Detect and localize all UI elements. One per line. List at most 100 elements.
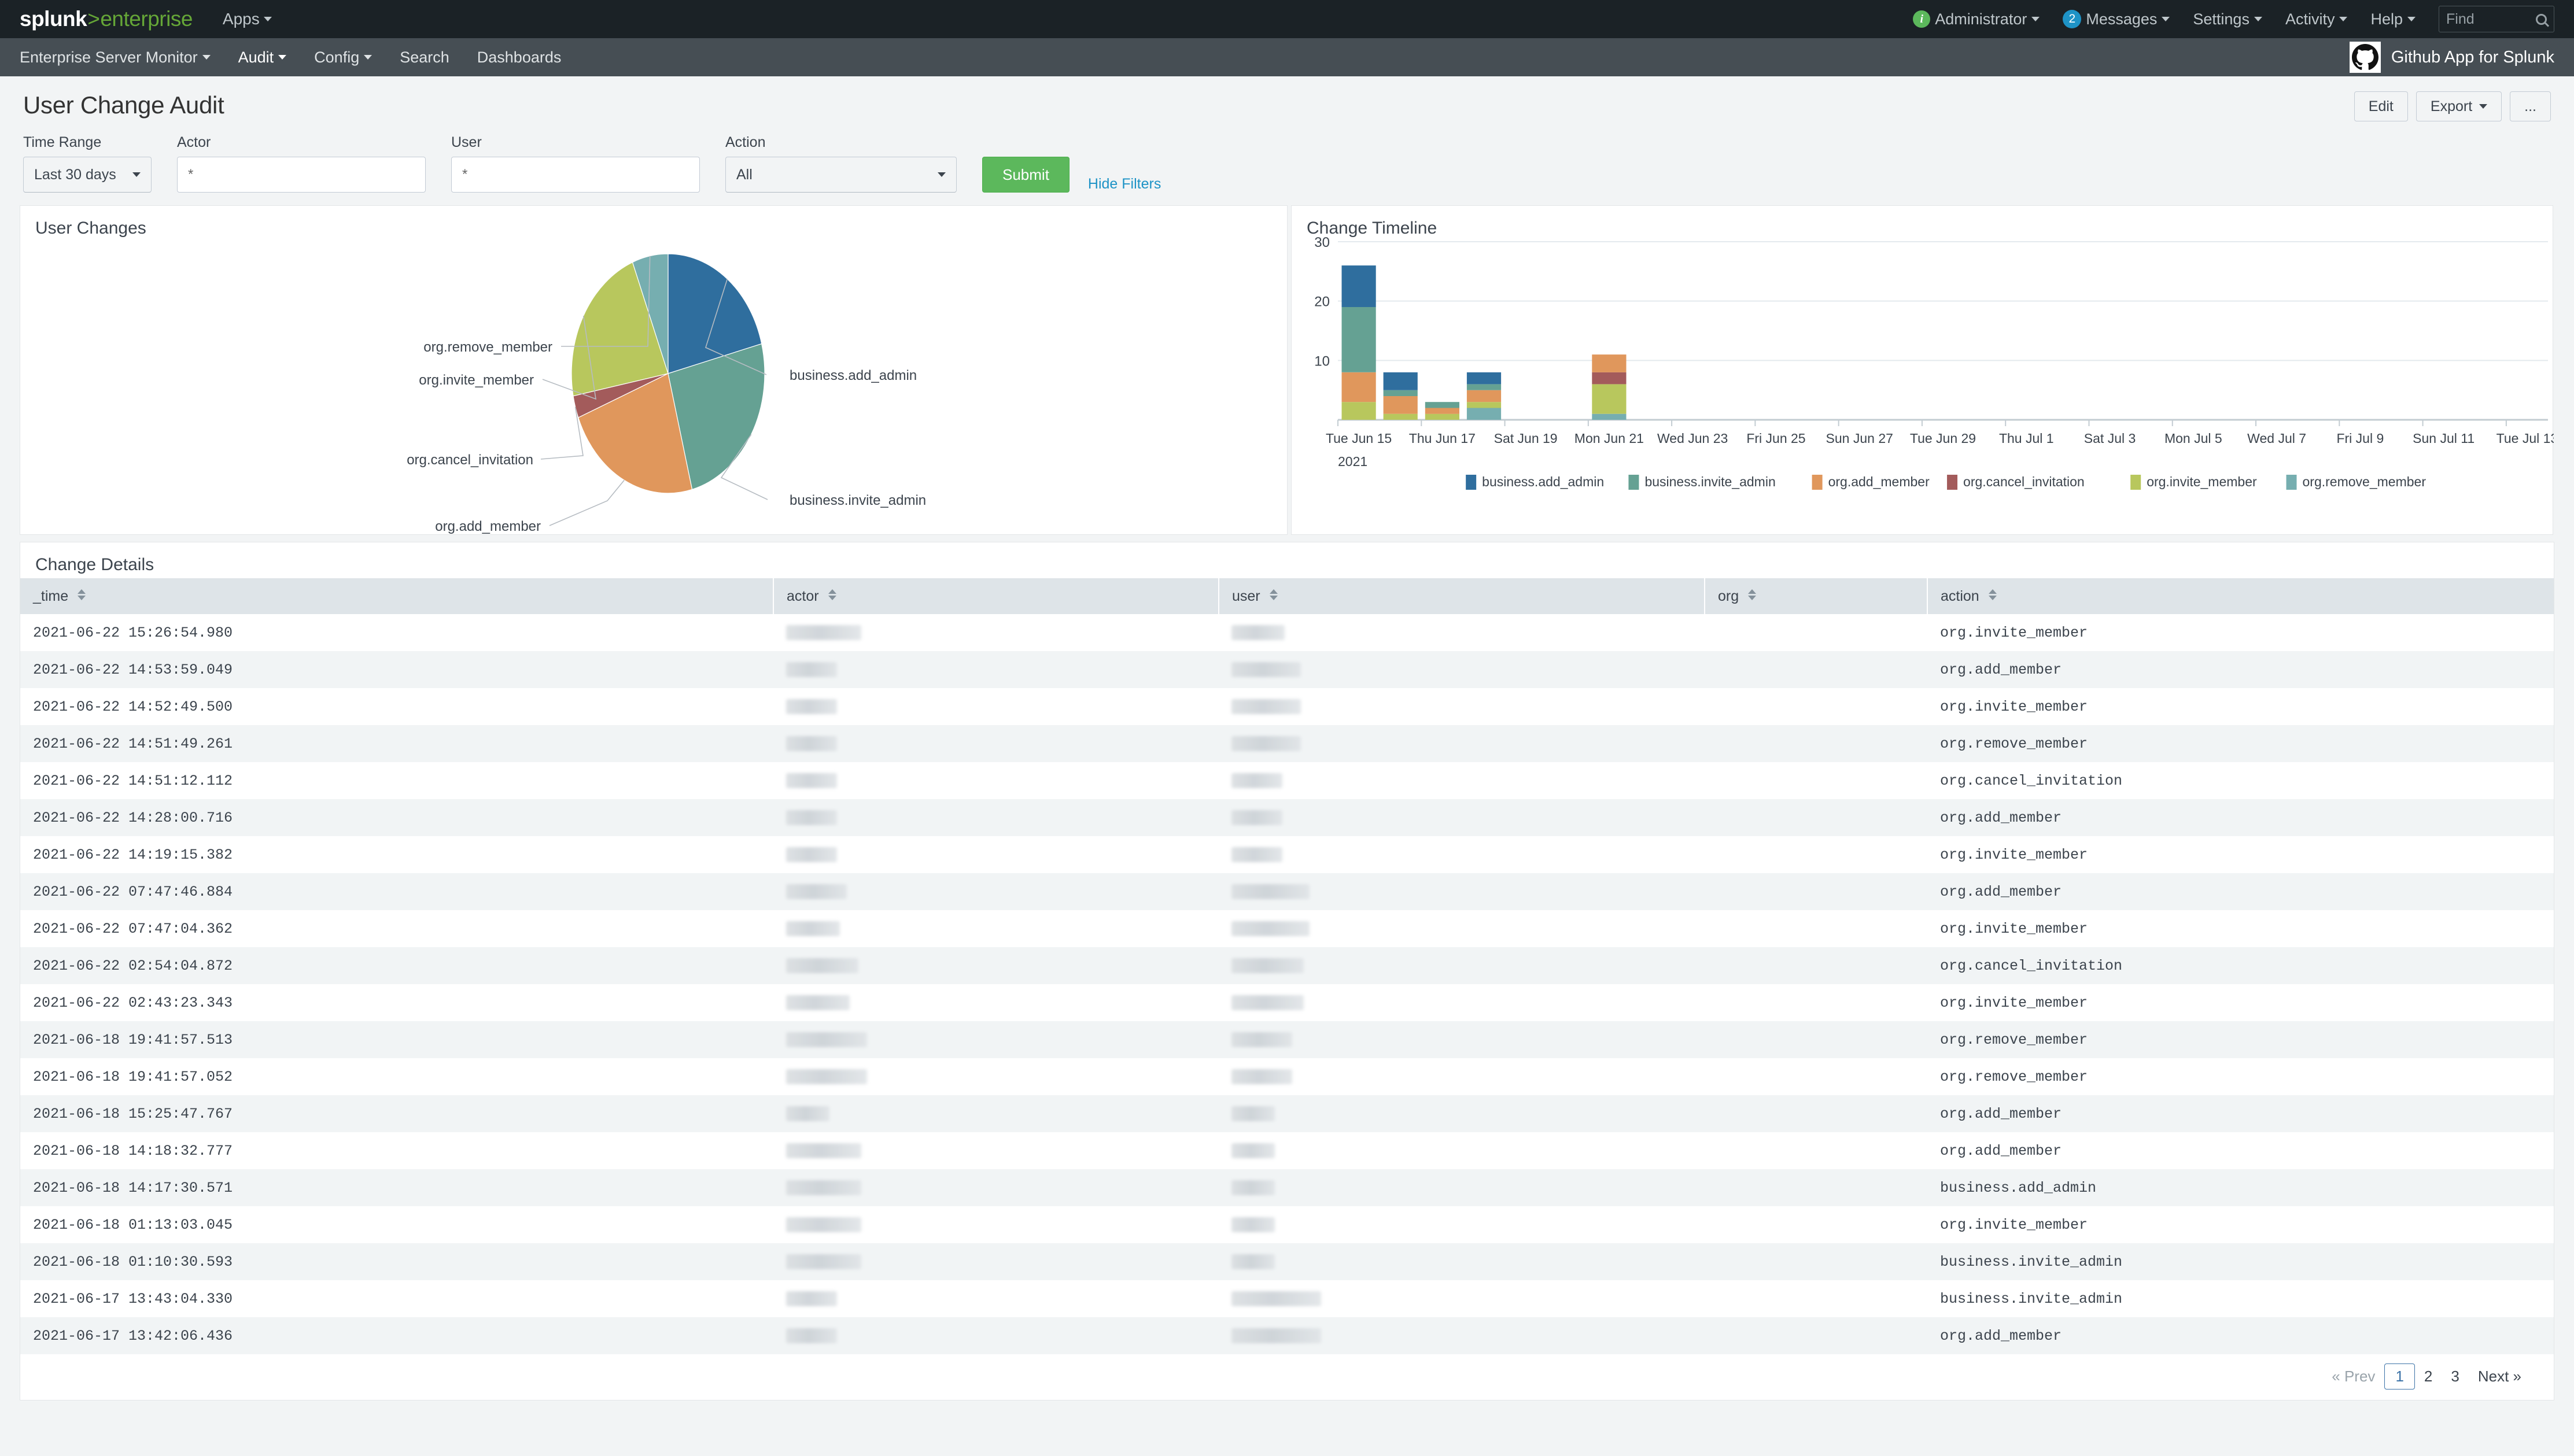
table-row[interactable]: 2021-06-18 19:41:57.513org.remove_member: [20, 1021, 2554, 1058]
cell-actor: [773, 1058, 1219, 1095]
cell-org: [1705, 1058, 1927, 1095]
cell-user: [1219, 1095, 1705, 1132]
pagination: « Prev 1 2 3 Next »: [20, 1354, 2554, 1400]
redacted-user-value: [1231, 773, 1282, 788]
action-select[interactable]: All: [725, 157, 957, 193]
actor-input[interactable]: *: [177, 157, 426, 193]
redacted-actor-value: [786, 1106, 829, 1121]
cell-user: [1219, 725, 1705, 762]
table-row[interactable]: 2021-06-18 15:25:47.767org.add_member: [20, 1095, 2554, 1132]
redacted-actor-value: [786, 847, 837, 862]
column-header-org[interactable]: org: [1705, 578, 1927, 614]
table-row[interactable]: 2021-06-22 14:28:00.716org.add_member: [20, 799, 2554, 836]
redacted-user-value: [1231, 699, 1301, 714]
chevron-down-icon: [132, 172, 141, 177]
svg-text:business.add_admin: business.add_admin: [1482, 474, 1604, 489]
cell-action: org.add_member: [1927, 1095, 2554, 1132]
column-header-user[interactable]: user: [1219, 578, 1705, 614]
cell-action: org.invite_member: [1927, 1206, 2554, 1243]
table-row[interactable]: 2021-06-22 14:51:49.261org.remove_member: [20, 725, 2554, 762]
column-header-time[interactable]: _time: [20, 578, 773, 614]
cell-user: [1219, 762, 1705, 799]
column-header-time-label: _time: [33, 588, 68, 604]
settings-menu[interactable]: Settings: [2193, 10, 2262, 28]
nav-item-config[interactable]: Config: [314, 49, 372, 66]
splunk-logo[interactable]: splunk>enterprise: [20, 7, 193, 31]
svg-text:10: 10: [1314, 353, 1330, 369]
column-header-action[interactable]: action: [1927, 578, 2554, 614]
table-row[interactable]: 2021-06-22 14:19:15.382org.invite_member: [20, 836, 2554, 873]
nav-item-enterprise-server-monitor[interactable]: Enterprise Server Monitor: [20, 49, 211, 66]
export-button[interactable]: Export: [2416, 91, 2502, 121]
pagination-next[interactable]: Next »: [2469, 1364, 2531, 1389]
cell-time: 2021-06-22 14:52:49.500: [20, 688, 773, 725]
cell-actor: [773, 836, 1219, 873]
cell-time: 2021-06-18 19:41:57.052: [20, 1058, 773, 1095]
table-row[interactable]: 2021-06-22 02:43:23.343org.invite_member: [20, 984, 2554, 1021]
page-header: User Change Audit Edit Export ...: [0, 76, 2574, 121]
pagination-page-2[interactable]: 2: [2415, 1364, 2442, 1389]
cell-action: org.cancel_invitation: [1927, 762, 2554, 799]
redacted-actor-value: [786, 810, 837, 825]
cell-user: [1219, 836, 1705, 873]
table-row[interactable]: 2021-06-18 01:10:30.593business.invite_a…: [20, 1243, 2554, 1280]
svg-text:Sat Jun 19: Sat Jun 19: [1494, 431, 1558, 446]
user-changes-panel: User Changes business.add_adminbusiness.…: [20, 205, 1288, 535]
cell-org: [1705, 688, 1927, 725]
messages-menu[interactable]: 2 Messages: [2063, 10, 2170, 28]
hide-filters-link[interactable]: Hide Filters: [1088, 176, 1161, 193]
activity-label: Activity: [2285, 10, 2335, 28]
nav-item-dashboards[interactable]: Dashboards: [477, 49, 562, 66]
table-row[interactable]: 2021-06-22 14:51:12.112org.cancel_invita…: [20, 762, 2554, 799]
find-search-box[interactable]: Find: [2439, 6, 2554, 32]
table-row[interactable]: 2021-06-22 02:54:04.872org.cancel_invita…: [20, 947, 2554, 984]
change-timeline-bar-chart[interactable]: 102030Tue Jun 15Thu Jun 17Sat Jun 19Mon …: [1292, 206, 2553, 534]
redacted-user-value: [1231, 1143, 1275, 1158]
cell-org: [1705, 984, 1927, 1021]
table-row[interactable]: 2021-06-22 15:26:54.980org.invite_member: [20, 614, 2554, 651]
table-row[interactable]: 2021-06-18 14:18:32.777org.add_member: [20, 1132, 2554, 1169]
edit-button[interactable]: Edit: [2354, 91, 2408, 121]
pagination-page-3[interactable]: 3: [2442, 1364, 2468, 1389]
user-changes-pie-chart[interactable]: business.add_adminbusiness.invite_admino…: [20, 206, 1287, 534]
svg-text:org.remove_member: org.remove_member: [2303, 474, 2427, 489]
table-row[interactable]: 2021-06-22 07:47:04.362org.invite_member: [20, 910, 2554, 947]
cell-org: [1705, 651, 1927, 688]
pagination-prev[interactable]: « Prev: [2322, 1364, 2384, 1389]
cell-org: [1705, 1243, 1927, 1280]
search-icon: [2536, 14, 2547, 25]
table-row[interactable]: 2021-06-18 19:41:57.052org.remove_member: [20, 1058, 2554, 1095]
table-row[interactable]: 2021-06-17 13:42:06.436org.add_member: [20, 1317, 2554, 1354]
redacted-user-value: [1231, 995, 1304, 1010]
cell-time: 2021-06-18 01:10:30.593: [20, 1243, 773, 1280]
chevron-down-icon: [264, 17, 272, 21]
table-row[interactable]: 2021-06-18 14:17:30.571business.add_admi…: [20, 1169, 2554, 1206]
pagination-page-1[interactable]: 1: [2384, 1363, 2414, 1390]
nav-item-audit[interactable]: Audit: [238, 49, 287, 66]
cell-org: [1705, 1169, 1927, 1206]
cell-user: [1219, 1280, 1705, 1317]
cell-action: org.add_member: [1927, 651, 2554, 688]
submit-button[interactable]: Submit: [982, 157, 1070, 193]
more-options-button[interactable]: ...: [2510, 91, 2551, 121]
table-row[interactable]: 2021-06-22 14:52:49.500org.invite_member: [20, 688, 2554, 725]
cell-actor: [773, 1317, 1219, 1354]
nav-item-search[interactable]: Search: [400, 49, 449, 66]
table-row[interactable]: 2021-06-17 13:43:04.330business.invite_a…: [20, 1280, 2554, 1317]
filter-action: Action All: [725, 134, 957, 193]
app-brand-label: Github App for Splunk: [2391, 48, 2554, 67]
column-header-actor[interactable]: actor: [773, 578, 1219, 614]
user-input[interactable]: *: [451, 157, 700, 193]
help-menu[interactable]: Help: [2370, 10, 2416, 28]
cell-action: org.cancel_invitation: [1927, 947, 2554, 984]
table-row[interactable]: 2021-06-22 07:47:46.884org.add_member: [20, 873, 2554, 910]
help-label: Help: [2370, 10, 2403, 28]
table-row[interactable]: 2021-06-22 14:53:59.049org.add_member: [20, 651, 2554, 688]
activity-menu[interactable]: Activity: [2285, 10, 2348, 28]
apps-menu[interactable]: Apps: [223, 10, 272, 28]
table-row[interactable]: 2021-06-18 01:13:03.045org.invite_member: [20, 1206, 2554, 1243]
administrator-menu[interactable]: i Administrator: [1913, 10, 2040, 28]
cell-org: [1705, 1021, 1927, 1058]
actor-value: *: [188, 167, 193, 183]
time-range-select[interactable]: Last 30 days: [23, 157, 152, 193]
